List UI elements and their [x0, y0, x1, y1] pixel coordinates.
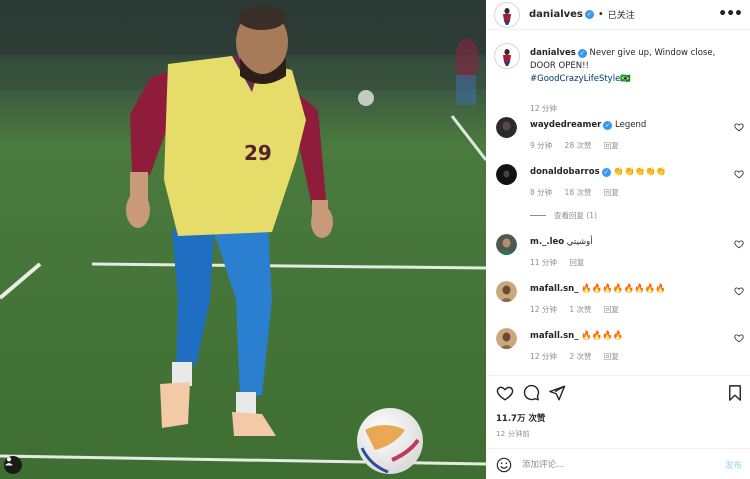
comment-reply-button[interactable]: 回复: [604, 141, 619, 150]
commenter-avatar-image: [496, 328, 517, 349]
comments-list[interactable]: danialves ✓ Never give up, Window close, …: [486, 31, 750, 375]
bookmark-save-icon[interactable]: [726, 384, 744, 402]
post-timestamp: 12 分钟前: [496, 430, 530, 438]
like-heart-icon[interactable]: [496, 384, 514, 402]
comment-username[interactable]: mafall.sn_: [530, 284, 578, 294]
header-separator: •: [597, 9, 604, 20]
commenter-avatar[interactable]: [496, 117, 517, 138]
comment-username[interactable]: m._.leo: [530, 237, 564, 247]
comment-reply-button[interactable]: 回复: [569, 258, 584, 267]
comment-item: donaldobarros ✓ 👏👏👏👏👏 8 分钟 18 次赞 回复: [494, 164, 746, 204]
player-avatar-icon: [496, 3, 518, 26]
comment-item: waydedreamer ✓ Legend 9 分钟 28 次赞 回复: [494, 117, 746, 157]
commenter-avatar[interactable]: [496, 234, 517, 255]
caption-username[interactable]: danialves: [530, 48, 576, 58]
view-replies-button[interactable]: 查看回复 (1): [530, 210, 597, 221]
comment-reply-button[interactable]: 回复: [604, 352, 619, 361]
replies-divider-line: [530, 215, 546, 216]
comment-reply-button[interactable]: 回复: [604, 188, 619, 197]
add-comment-input[interactable]: [522, 456, 702, 474]
comment-time: 11 分钟: [530, 258, 557, 267]
comment-like-heart-icon[interactable]: [734, 122, 744, 132]
comment-item: m._.leo أوشيتي 11 分钟 回复: [494, 234, 746, 274]
add-comment-bar: 发布: [486, 448, 750, 479]
svg-text:29: 29: [244, 141, 272, 165]
comment-likes[interactable]: 2 次赞: [569, 352, 591, 361]
comment-time: 8 分钟: [530, 188, 553, 197]
comment-text: 🔥🔥🔥🔥🔥🔥🔥🔥: [581, 284, 666, 294]
comment-text-line: mafall.sn_ 🔥🔥🔥🔥: [530, 331, 624, 341]
commenter-avatar[interactable]: [496, 164, 517, 185]
comment-time: 12 分钟: [530, 305, 557, 314]
comment-likes[interactable]: 18 次赞: [565, 188, 592, 197]
comment-meta: 9 分钟 28 次赞 回复: [530, 140, 629, 151]
comment-text-line: donaldobarros ✓ 👏👏👏👏👏: [530, 167, 666, 177]
comment-username[interactable]: donaldobarros: [530, 167, 600, 177]
comment-username[interactable]: waydedreamer: [530, 120, 601, 130]
commenter-avatar-image: [496, 281, 517, 302]
comment-text-line: m._.leo أوشيتي: [530, 237, 593, 247]
verified-badge-icon: ✓: [577, 49, 587, 58]
likes-count[interactable]: 11.7万 次赞: [496, 412, 545, 424]
caption-hashtag[interactable]: #GoodCrazyLifeStyle🇧🇷: [530, 74, 631, 84]
post-photo[interactable]: 29: [0, 0, 486, 479]
author-avatar[interactable]: [494, 1, 520, 28]
commenter-avatar-image: [496, 117, 517, 138]
verified-badge-icon: ✓: [584, 10, 594, 19]
training-photo-image: 29: [0, 0, 486, 479]
user-tag-icon[interactable]: [4, 456, 22, 474]
comment-reply-button[interactable]: 回复: [604, 305, 619, 314]
comment-meta: 8 分钟 18 次赞 回复: [530, 187, 629, 198]
comment-like-heart-icon[interactable]: [734, 333, 744, 343]
comment-item: mafall.sn_ 🔥🔥🔥🔥🔥🔥🔥🔥 12 分钟 1 次赞 回复: [494, 281, 746, 321]
emoji-smiley-icon[interactable]: [496, 457, 512, 473]
post-side-panel: danialves ✓ • 已关注 ••• danialves ✓ Never g…: [486, 0, 750, 479]
comment-likes[interactable]: 28 次赞: [565, 141, 592, 150]
comment-meta: 12 分钟 2 次赞 回复: [530, 351, 629, 362]
post-comment-button[interactable]: 发布: [725, 459, 742, 471]
comment-text-line: waydedreamer ✓ Legend: [530, 120, 646, 130]
comment-like-heart-icon[interactable]: [734, 286, 744, 296]
commenter-avatar-image: [496, 164, 517, 185]
comment-text: أوشيتي: [566, 237, 593, 247]
comment-bubble-icon[interactable]: [522, 384, 540, 402]
comment-like-heart-icon[interactable]: [734, 169, 744, 179]
commenter-avatar[interactable]: [496, 328, 517, 349]
comment-like-heart-icon[interactable]: [734, 239, 744, 249]
caption-time: 12 分钟: [530, 104, 557, 113]
verified-badge-icon: ✓: [601, 168, 611, 177]
verified-badge-icon: ✓: [603, 121, 613, 130]
post-header: danialves ✓ • 已关注 •••: [486, 0, 750, 30]
player-avatar-icon: [496, 45, 518, 67]
author-username[interactable]: danialves: [529, 9, 583, 20]
more-options-icon[interactable]: •••: [718, 6, 743, 22]
comment-text: 🔥🔥🔥🔥: [581, 331, 624, 341]
comment-username[interactable]: mafall.sn_: [530, 331, 578, 341]
comment-item: mafall.sn_ 🔥🔥🔥🔥 12 分钟 2 次赞 回复: [494, 328, 746, 368]
commenter-avatar-image: [496, 234, 517, 255]
comment-meta: 12 分钟 1 次赞 回复: [530, 304, 629, 315]
view-replies-label: 查看回复 (1): [554, 211, 598, 220]
comment-text-line: mafall.sn_ 🔥🔥🔥🔥🔥🔥🔥🔥: [530, 284, 666, 294]
comment-time: 12 分钟: [530, 352, 557, 361]
comment-time: 9 分钟: [530, 141, 553, 150]
following-status-button[interactable]: 已关注: [608, 8, 635, 21]
comment-text: 👏👏👏👏👏: [613, 167, 667, 177]
caption-author-avatar[interactable]: [494, 43, 520, 69]
share-send-icon[interactable]: [548, 384, 566, 402]
comment-likes[interactable]: 1 次赞: [569, 305, 591, 314]
post-actions-bar: 11.7万 次赞 12 分钟前: [486, 375, 750, 448]
comment-text: Legend: [615, 120, 647, 130]
caption-text-block: danialves ✓ Never give up, Window close, …: [530, 47, 742, 86]
commenter-avatar[interactable]: [496, 281, 517, 302]
person-icon: [5, 457, 13, 466]
comment-meta: 11 分钟 回复: [530, 257, 594, 268]
